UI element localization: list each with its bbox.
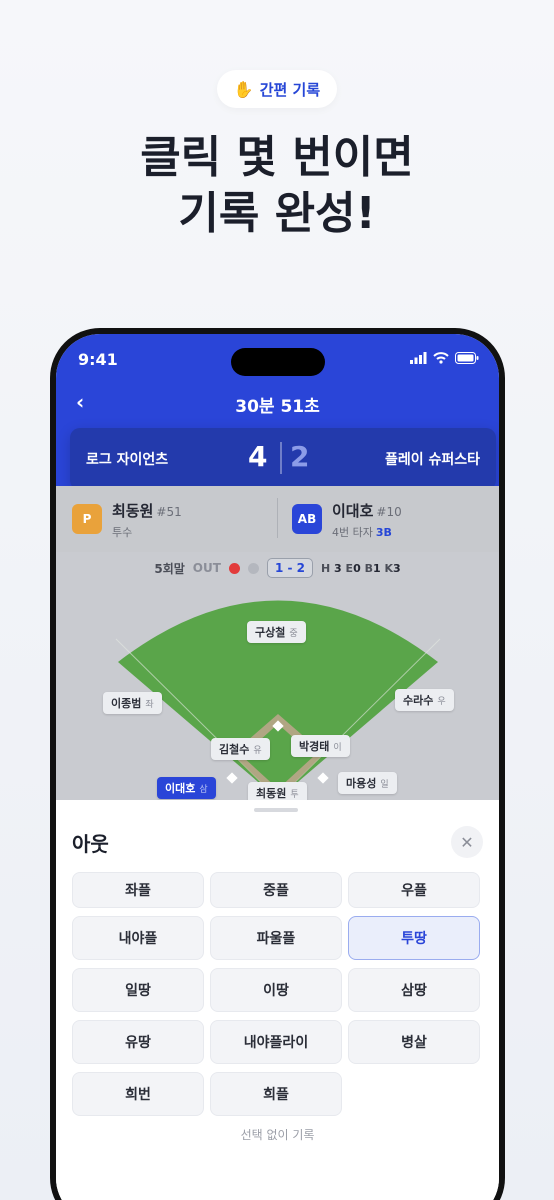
app-header: 9:41 ‹ 30분 51초 로그 자이언츠 4 2 플레이 슈퍼스타 (56, 334, 499, 490)
fielder-pos: 우 (437, 696, 446, 707)
batter-badge: AB (292, 504, 322, 534)
runner-name: 이대호 (165, 782, 196, 795)
balls-value: 1 (372, 561, 381, 575)
pitcher-role: 투수 (112, 526, 133, 539)
out-option-grid: 좌플 중플 우플 내야플 파울플 투땅 일땅 이땅 삼땅 유땅 내야플라이 병살… (72, 872, 480, 1116)
strikeouts-value: 3 (392, 561, 401, 575)
runner-pos: 삼 (199, 784, 208, 795)
option-button[interactable]: 내야플 (72, 916, 204, 960)
sheet-handle[interactable] (254, 808, 298, 812)
fielder-lf[interactable]: 이종범 좌 (103, 692, 162, 714)
option-button[interactable]: 파울플 (210, 916, 342, 960)
fielder-pos: 좌 (145, 699, 154, 710)
pitcher-badge: P (72, 504, 102, 534)
hand-icon: ✋ (233, 79, 254, 99)
feature-badge-label: 간편 기록 (259, 80, 321, 99)
pitcher-name: 최동원 (112, 502, 154, 520)
fielder-1b[interactable]: 마용성 일 (338, 772, 397, 794)
player-divider (277, 498, 278, 538)
close-button[interactable]: ✕ (451, 826, 483, 858)
inning-label: 5회말 (154, 561, 185, 576)
out-indicator-empty (247, 562, 259, 574)
option-button[interactable]: 이땅 (210, 968, 342, 1012)
fielder-pos: 일 (380, 779, 389, 790)
away-score: 2 (290, 440, 310, 473)
dynamic-island (231, 348, 325, 376)
fielder-name: 이종범 (111, 697, 142, 710)
balls-label: B (364, 561, 373, 575)
fielder-pos: 이 (333, 742, 342, 753)
status-icons (410, 352, 479, 364)
fielder-name: 김철수 (219, 743, 250, 756)
wifi-icon (433, 352, 449, 364)
fielder-ss[interactable]: 김철수 유 (211, 738, 270, 760)
pitcher-number: #51 (156, 505, 182, 519)
fielder-name: 구상철 (255, 626, 286, 639)
fielder-pos: 중 (289, 628, 298, 639)
hits-value: 3 (334, 561, 342, 575)
scoreboard: 로그 자이언츠 4 2 플레이 슈퍼스타 (70, 428, 496, 490)
out-indicator-filled (228, 562, 240, 574)
headline-line-2: 기록 완성! (178, 188, 376, 239)
game-timer: 30분 51초 (235, 397, 320, 417)
headline-line-1: 클릭 몇 번이면 (140, 132, 414, 183)
fielder-2b[interactable]: 박경태 이 (291, 735, 350, 757)
sheet-title: 아웃 (72, 832, 109, 856)
fielder-pos: 유 (253, 745, 262, 756)
inning-status: 5회말 OUT 1 - 2 H 3 E0 B1 K3 (56, 552, 499, 584)
third-base (226, 772, 238, 784)
fielder-rf[interactable]: 수라수 우 (395, 689, 454, 711)
fielder-name: 마용성 (346, 777, 377, 790)
strikeouts-label: K (384, 561, 393, 575)
batter-name-block[interactable]: 이대호 #10 (332, 500, 402, 521)
option-button[interactable]: 일땅 (72, 968, 204, 1012)
close-icon: ✕ (460, 832, 474, 852)
option-button[interactable]: 우플 (348, 872, 480, 908)
score-divider (280, 442, 282, 474)
option-button[interactable]: 희플 (210, 1072, 342, 1116)
runner-3b[interactable]: 이대호 삼 (157, 777, 216, 799)
ball-strike-count: 1 - 2 (266, 558, 313, 578)
phone-screen: 9:41 ‹ 30분 51초 로그 자이언츠 4 2 플레이 슈퍼스타 P 최동… (56, 334, 499, 1200)
fielder-name: 수라수 (403, 694, 434, 707)
batter-base: 3B (375, 526, 392, 539)
option-button[interactable]: 희번 (72, 1072, 204, 1116)
fielder-name: 최동원 (256, 787, 287, 800)
fielder-pos: 투 (290, 789, 299, 800)
option-button[interactable]: 병살 (348, 1020, 480, 1064)
game-stats: H 3 E0 B1 K3 (321, 562, 401, 575)
feature-badge: ✋ 간편 기록 (217, 70, 337, 108)
fielder-name: 박경태 (299, 740, 330, 753)
hits-label: H (320, 561, 331, 575)
status-time: 9:41 (78, 350, 118, 369)
home-score: 4 (248, 440, 268, 473)
away-team-name: 플레이 슈퍼스타 (384, 452, 480, 468)
option-button-selected[interactable]: 투땅 (348, 916, 480, 960)
option-button[interactable]: 삼땅 (348, 968, 480, 1012)
errors-value: 0 (353, 561, 361, 575)
record-without-selection-link[interactable]: 선택 없이 기록 (56, 1126, 499, 1143)
batter-name: 이대호 (332, 502, 374, 520)
first-base (317, 772, 329, 784)
battery-icon (455, 352, 479, 364)
phone-frame: 9:41 ‹ 30분 51초 로그 자이언츠 4 2 플레이 슈퍼스타 P 최동… (50, 328, 505, 1200)
pitcher-name-block[interactable]: 최동원 #51 (112, 500, 182, 521)
errors-label: E (345, 561, 354, 575)
batter-role: 4번 타자 (332, 526, 373, 539)
option-button[interactable]: 좌플 (72, 872, 204, 908)
option-button[interactable]: 중플 (210, 872, 342, 908)
batter-role-line: 4번 타자 3B (332, 524, 392, 540)
home-team-name: 로그 자이언츠 (86, 452, 169, 468)
option-button[interactable]: 유땅 (72, 1020, 204, 1064)
batter-number: #10 (376, 505, 402, 519)
fielder-cf[interactable]: 구상철 중 (247, 621, 306, 643)
out-label: OUT (192, 561, 221, 575)
signal-icon (410, 352, 427, 364)
option-button[interactable]: 내야플라이 (210, 1020, 342, 1064)
out-type-sheet: 아웃 ✕ 좌플 중플 우플 내야플 파울플 투땅 일땅 이땅 삼땅 유땅 내야플… (56, 800, 499, 1200)
